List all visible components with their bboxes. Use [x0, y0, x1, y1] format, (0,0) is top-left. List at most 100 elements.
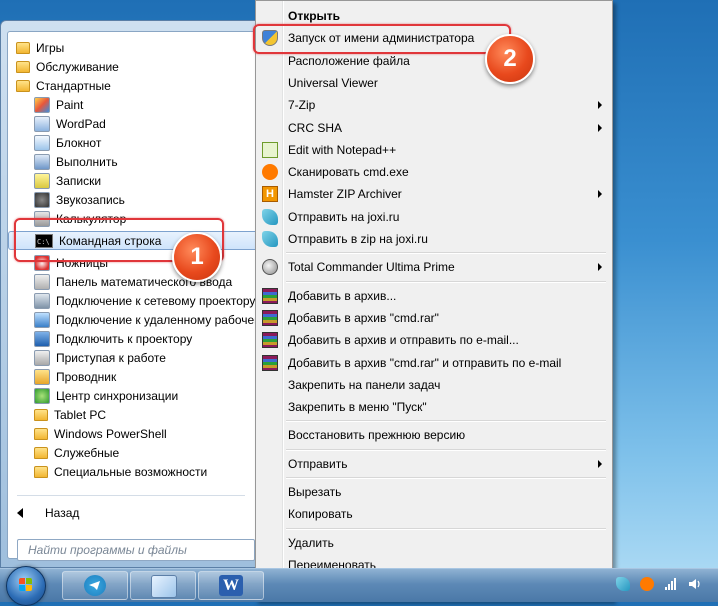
program-item[interactable]: Звукозапись [8, 190, 256, 209]
sticky-notes-icon [34, 172, 50, 189]
context-menu-item[interactable]: Добавить в архив "cmd.rar" и отправить п… [258, 352, 610, 374]
network-icon[interactable] [664, 577, 678, 591]
program-label: Paint [56, 97, 84, 112]
context-menu-item-label: Отправить в zip на joxi.ru [288, 232, 428, 246]
context-menu-item-label: Удалить [288, 535, 334, 550]
context-menu: Открыть Запуск от имени администратора Рас… [255, 0, 613, 601]
notepad-icon [34, 134, 50, 151]
program-label: Tablet PC [54, 407, 107, 422]
program-item[interactable]: Игры [8, 38, 256, 57]
winrar-icon [262, 354, 278, 371]
highlight-box-run-as-admin [253, 24, 511, 54]
back-button[interactable]: Назад [7, 503, 257, 523]
context-menu-item[interactable]: Удалить [258, 532, 610, 554]
program-item[interactable]: Выполнить [8, 152, 256, 171]
word-icon: W [219, 575, 243, 596]
context-menu-item-label: Восстановить прежнюю версию [288, 428, 466, 443]
back-separator [17, 495, 245, 496]
context-menu-item[interactable]: Universal Viewer [258, 72, 610, 94]
program-item[interactable]: Блокнот [8, 133, 256, 152]
taskbar-word-button[interactable]: W [198, 571, 264, 600]
joxi-tray-icon[interactable] [616, 577, 630, 591]
submenu-arrow-icon [598, 101, 602, 110]
program-item[interactable]: Записки [8, 171, 256, 190]
program-label: Специальные возможности [54, 464, 208, 479]
volume-icon[interactable] [688, 577, 702, 591]
sync-center-icon [34, 387, 50, 404]
context-menu-item[interactable]: Восстановить прежнюю версию [258, 424, 610, 446]
program-item[interactable]: Центр синхронизации [8, 386, 256, 405]
program-item[interactable]: Paint [8, 95, 256, 114]
microphone-icon [34, 191, 50, 208]
program-label: Блокнот [56, 135, 102, 150]
context-menu-separator [286, 280, 606, 283]
context-menu-item[interactable]: Отправить в zip на joxi.ru [258, 228, 610, 250]
context-menu-item[interactable]: H Hamster ZIP Archiver [258, 183, 610, 205]
getting-started-icon [34, 349, 50, 366]
context-menu-item[interactable]: Копировать [258, 503, 610, 525]
program-item[interactable]: Обслуживание [8, 57, 256, 76]
context-menu-item-label: Отправить [288, 456, 348, 471]
folder-icon [34, 446, 48, 459]
windows-logo-icon [19, 578, 33, 592]
context-menu-item[interactable]: Добавить в архив... [258, 285, 610, 307]
context-menu-item[interactable]: Отправить на joxi.ru [258, 206, 610, 228]
context-menu-item[interactable]: Закрепить в меню "Пуск" [258, 396, 610, 418]
context-menu-item[interactable]: Добавить в архив и отправить по e-mail..… [258, 329, 610, 351]
folder-icon [34, 408, 48, 421]
context-menu-item[interactable]: Вырезать [258, 481, 610, 503]
context-menu-item[interactable]: Добавить в архив "cmd.rar" [258, 307, 610, 329]
callout-badge-1: 1 [172, 232, 222, 282]
context-menu-item[interactable]: 7-Zip [258, 94, 610, 116]
notepad-icon [151, 575, 177, 598]
taskbar-telegram-button[interactable] [62, 571, 128, 600]
context-menu-item[interactable]: Отправить [258, 453, 610, 475]
context-menu-item-label: Добавить в архив и отправить по e-mail..… [288, 333, 519, 348]
program-item[interactable]: Проводник [8, 367, 256, 386]
program-item[interactable]: WordPad [8, 114, 256, 133]
context-menu-separator [286, 477, 606, 479]
program-item[interactable]: Tablet PC [8, 405, 256, 424]
program-item[interactable]: Подключить к проектору [8, 329, 256, 348]
telegram-icon [84, 575, 106, 596]
context-menu-item[interactable]: Сканировать cmd.exe [258, 161, 610, 183]
context-menu-item[interactable]: Edit with Notepad++ [258, 139, 610, 161]
program-item[interactable]: Стандартные [8, 76, 256, 95]
context-menu-item-label: Закрепить в меню "Пуск" [288, 400, 427, 415]
folder-icon [34, 427, 48, 440]
program-label: Подключение к сетевому проектору [56, 293, 256, 308]
winrar-icon [262, 287, 278, 304]
context-menu-separator [286, 527, 606, 530]
start-button[interactable] [6, 566, 46, 606]
submenu-arrow-icon [598, 123, 602, 132]
program-label: Выполнить [56, 154, 118, 169]
program-label: Стандартные [36, 78, 111, 93]
avast-tray-icon[interactable] [640, 577, 654, 591]
program-item[interactable]: Специальные возможности [8, 462, 256, 481]
context-menu-item-label: Universal Viewer [288, 75, 378, 90]
context-menu-item[interactable]: Закрепить на панели задач [258, 374, 610, 396]
program-item[interactable]: Служебные [8, 443, 256, 462]
context-menu-item[interactable]: Total Commander Ultima Prime [258, 256, 610, 278]
callout-badge-2: 2 [485, 34, 535, 84]
program-label: WordPad [56, 116, 106, 131]
program-label: Звукозапись [56, 192, 125, 207]
program-item[interactable]: Панель математического ввода [8, 272, 256, 291]
math-input-icon [34, 273, 50, 290]
context-menu-item-label: Сканировать cmd.exe [288, 165, 409, 180]
context-menu-item-label: 7-Zip [288, 98, 316, 113]
taskbar-notepad-button[interactable] [130, 571, 196, 600]
avast-icon [262, 164, 278, 181]
program-item[interactable]: Подключение к удаленному рабочему столу [8, 310, 256, 329]
context-menu-item[interactable]: CRC SHA [258, 117, 610, 139]
joxi-icon [262, 231, 278, 247]
search-placeholder: Найти программы и файлы [28, 543, 187, 557]
program-item[interactable]: Подключение к сетевому проектору [8, 291, 256, 310]
program-item[interactable]: Windows PowerShell [8, 424, 256, 443]
program-label: Служебные [54, 445, 120, 460]
search-input[interactable]: Найти программы и файлы [17, 539, 255, 561]
all-programs-list: Игры Обслуживание Стандартные Paint WordPad Б… [7, 31, 257, 559]
context-menu-item-label: Расположение файла [288, 53, 410, 68]
program-item[interactable]: Приступая к работе [8, 348, 256, 367]
network-projector-icon [34, 292, 50, 309]
